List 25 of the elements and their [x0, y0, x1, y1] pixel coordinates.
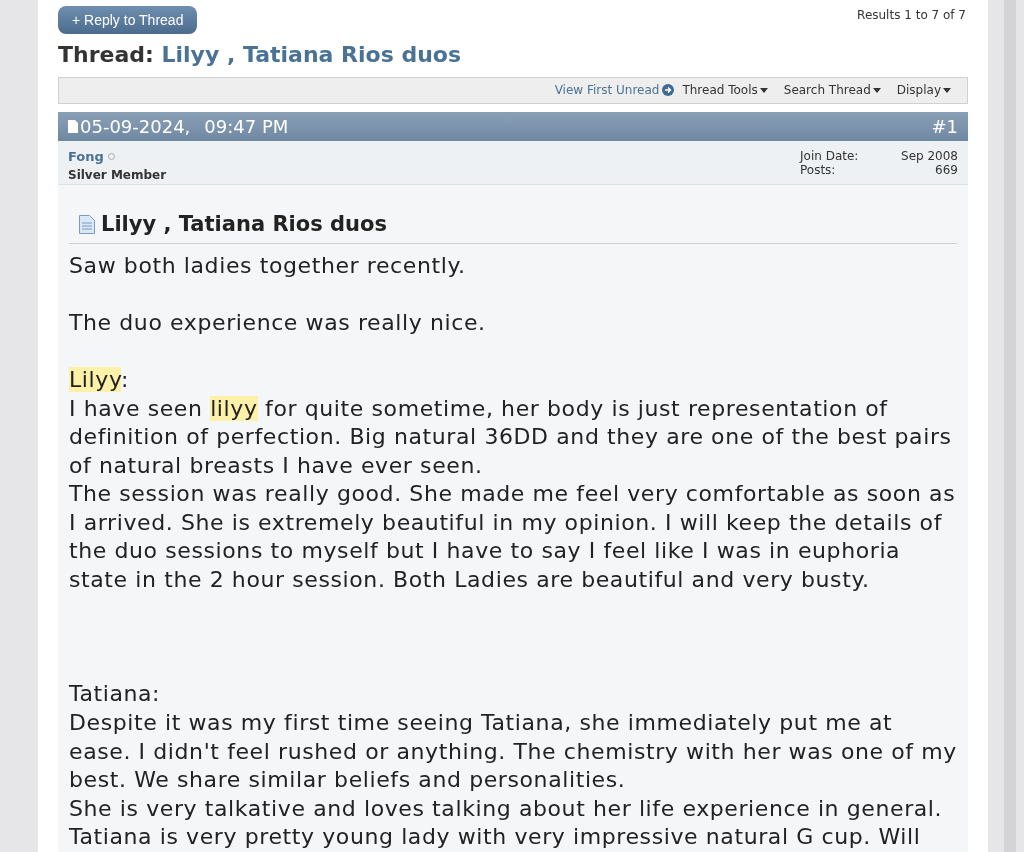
document-icon	[68, 119, 78, 133]
post-date: 05-09-2024,	[80, 114, 191, 139]
author-rank: Silver Member	[68, 167, 167, 185]
stat-value: Sep 2008	[901, 148, 958, 163]
post-number: #1	[931, 114, 958, 139]
menu-button[interactable]: Thread Tools	[682, 81, 768, 100]
caret-icon	[872, 87, 881, 93]
menu-button[interactable]: Display	[896, 81, 951, 100]
caret-icon	[759, 87, 768, 93]
post-body: Saw both ladies together recently. The duo experience was really nice. Lilyy: I have seen lilyy for quite sometime, her body is just representation of definition of perfection. Big natural 36DD and they are one of the best pairs of natural breasts I have ever seen. The session was really good. She made me feel very comfortable as soon as I arrived. She is extremely beautiful in my opinion. I will keep the details of the duo sessions to myself but I have to say I feel like I was in euphoria state in the 2 hour session. Both Ladies are beautiful and very busty. Tatiana: Despite it was my first time seeing Tatiana, she immediately put me at ease. I didn't feel rushed or anything. The chemistry with her was one of my best. We share similar beliefs and personalities. She is very talkative and loves talking about her life experience in general. Tatiana is very pretty young lady with very impressive natural G cup. Will	[69, 251, 957, 852]
stat-value: 669	[935, 162, 958, 177]
results-count: Results 1 to 7 of 7	[857, 7, 967, 24]
menu-button[interactable]: Search Thread	[783, 81, 881, 100]
stat-label: Posts:	[800, 162, 836, 177]
author-name[interactable]: Fong	[68, 146, 104, 167]
post-time: 09:47 PM	[204, 114, 289, 139]
thread-label: Thread:	[58, 42, 154, 67]
arrow-circle-icon	[662, 84, 675, 97]
view-first-unread-link[interactable]: View First Unread	[554, 81, 675, 100]
post-title: Lilyy , Tatiana Rios duos	[101, 211, 387, 239]
stat-label: Join Date:	[800, 148, 859, 163]
caret-icon	[943, 87, 951, 93]
document-icon	[79, 215, 95, 235]
reply-button[interactable]: + Reply to Thread	[58, 6, 198, 34]
thread-title: Lilyy , Tatiana Rios duos	[161, 42, 462, 67]
